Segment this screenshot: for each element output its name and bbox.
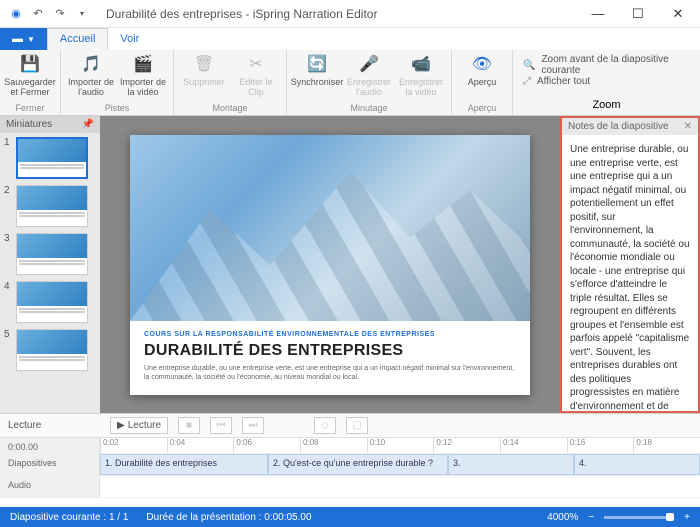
status-duration: Durée de la présentation : 0:00:05.00 (146, 512, 311, 523)
edit-clip-button[interactable]: ✂Editer le Clip (232, 52, 280, 98)
thumbnail-4[interactable]: 4 (4, 281, 96, 323)
thumbnail-5[interactable]: 5 (4, 329, 96, 371)
playback-bar: Lecture ▶Lecture ■ ⏮ ⏭ ◇ ▢ (0, 413, 700, 437)
tab-home[interactable]: Accueil (47, 28, 108, 50)
play-button[interactable]: ▶Lecture (110, 417, 168, 434)
title-bar: ◉ ↶ ↷ ▾ Durabilité des entreprises - iSp… (0, 0, 700, 28)
mic-icon: 🎤 (358, 54, 380, 76)
marker-b-button[interactable]: ▢ (346, 417, 368, 434)
notes-panel: Notes de la diapositive ✕ Une entreprise … (560, 116, 700, 413)
notes-text[interactable]: Une entreprise durable, ou une entrepris… (562, 135, 698, 411)
thumbnail-3[interactable]: 3 (4, 233, 96, 275)
row-audio-label: Audio (0, 476, 100, 497)
status-bar: Diapositive courante : 1 / 1 Durée de la… (0, 507, 700, 527)
app-icon: ◉ (8, 6, 24, 22)
slide-canvas: COURS SUR LA RESPONSABILITÉ ENVIRONNEMEN… (100, 116, 560, 413)
tab-view[interactable]: Voir (108, 28, 151, 50)
tick: 0:02 (100, 438, 167, 453)
record-video-button[interactable]: 📹Enregistrer la vidéo (397, 52, 445, 98)
thumbnail-2[interactable]: 2 (4, 185, 96, 227)
zoom-current-button[interactable]: 🔍Zoom avant de la diapositive courante (523, 54, 690, 76)
thumbnails-panel: Miniatures 📌 1 2 3 4 5 (0, 116, 100, 413)
scissors-icon: ✂ (245, 54, 267, 76)
window-title: Durabilité des entreprises - iSpring Nar… (106, 7, 377, 21)
zoom-in-button[interactable]: + (684, 512, 690, 523)
save-icon: 💾 (19, 54, 41, 76)
slide-clip[interactable]: 3. (448, 454, 574, 475)
undo-icon[interactable]: ↶ (30, 6, 46, 22)
tick: 0:06 (233, 438, 300, 453)
status-zoom: 4000% (547, 512, 578, 523)
ribbon: 💾Sauvegarder et Fermer Fermer 🎵Importer … (0, 50, 700, 116)
delete-button[interactable]: 🗑Supprimer (180, 52, 228, 98)
timeline-start: 0:00.00 (0, 438, 100, 453)
slide-kicker: COURS SUR LA RESPONSABILITÉ ENVIRONNEMEN… (144, 331, 516, 338)
trash-icon: 🗑 (193, 54, 215, 76)
ribbon-tabs: ▬▼ Accueil Voir (0, 28, 700, 50)
maximize-button[interactable]: ☐ (624, 6, 652, 22)
marker-a-button[interactable]: ◇ (314, 417, 336, 434)
prev-button[interactable]: ⏮ (210, 417, 232, 434)
group-timing-label: Minutage (350, 103, 387, 115)
play-icon: ▶ (117, 420, 125, 431)
record-audio-button[interactable]: 🎤Enregistrer l'audio (345, 52, 393, 98)
current-slide: COURS SUR LA RESPONSABILITÉ ENVIRONNEMEN… (130, 135, 530, 395)
tick: 0:12 (433, 438, 500, 453)
slides-track[interactable]: 1. Durabilité des entreprises2. Qu'est-c… (100, 454, 700, 475)
playback-label: Lecture (8, 420, 100, 431)
slide-paragraph: Une entreprise durable, ou une entrepris… (144, 364, 516, 382)
tick: 0:04 (167, 438, 234, 453)
minimize-button[interactable]: — (584, 6, 612, 22)
redo-icon[interactable]: ↷ (52, 6, 68, 22)
file-tab[interactable]: ▬▼ (0, 28, 47, 50)
slide-clip[interactable]: 4. (574, 454, 700, 475)
fit-icon: ⤢ (523, 76, 531, 87)
preview-button[interactable]: 👁Aperçu (458, 52, 506, 88)
slide-hero-image (130, 135, 530, 322)
timeline-ruler[interactable]: 0:020:040:060:080:100:120:140:160:18 (100, 438, 700, 453)
import-audio-button[interactable]: 🎵Importer de l'audio (67, 52, 115, 98)
group-preview-label: Aperçu (468, 103, 497, 115)
thumbnails-title: Miniatures (6, 119, 52, 130)
tick: 0:16 (567, 438, 634, 453)
audio-track[interactable] (100, 476, 700, 497)
zoom-out-button[interactable]: − (588, 512, 594, 523)
notes-close-icon[interactable]: ✕ (684, 121, 692, 132)
show-all-button[interactable]: ⤢Afficher tout (523, 76, 690, 87)
slide-clip[interactable]: 2. Qu'est-ce qu'une entreprise durable ? (268, 454, 448, 475)
tick: 0:18 (633, 438, 700, 453)
group-zoom-label: Zoom (523, 99, 690, 111)
tick: 0:14 (500, 438, 567, 453)
close-button[interactable]: ✕ (664, 6, 692, 22)
group-tracks-label: Pistes (105, 103, 130, 115)
next-button[interactable]: ⏭ (242, 417, 264, 434)
import-video-button[interactable]: 🎬Importer de la vidéo (119, 52, 167, 98)
tick: 0:10 (367, 438, 434, 453)
tick: 0:08 (300, 438, 367, 453)
thumbnails-pin-icon[interactable]: 📌 (82, 119, 94, 130)
zoom-in-icon: 🔍 (523, 60, 535, 71)
slide-title: DURABILITÉ DES ENTREPRISES (144, 342, 516, 360)
timeline: 0:00.00 0:020:040:060:080:100:120:140:16… (0, 437, 700, 507)
eye-icon: 👁 (471, 54, 493, 76)
row-slides-label: Diapositives (0, 454, 100, 475)
camera-icon: 📹 (410, 54, 432, 76)
slide-clip[interactable]: 1. Durabilité des entreprises (100, 454, 268, 475)
sync-button[interactable]: 🔄Synchroniser (293, 52, 341, 98)
notes-title: Notes de la diapositive (568, 121, 669, 132)
save-close-button[interactable]: 💾Sauvegarder et Fermer (6, 52, 54, 98)
stop-button[interactable]: ■ (178, 417, 200, 434)
group-edit-label: Montage (212, 103, 247, 115)
sync-icon: 🔄 (306, 54, 328, 76)
thumbnail-1[interactable]: 1 (4, 137, 96, 179)
qat-dropdown-icon[interactable]: ▾ (74, 6, 90, 22)
group-close-label: Fermer (16, 103, 45, 115)
zoom-slider[interactable] (604, 516, 674, 519)
status-current-slide: Diapositive courante : 1 / 1 (10, 512, 128, 523)
audio-import-icon: 🎵 (80, 54, 102, 76)
video-import-icon: 🎬 (132, 54, 154, 76)
